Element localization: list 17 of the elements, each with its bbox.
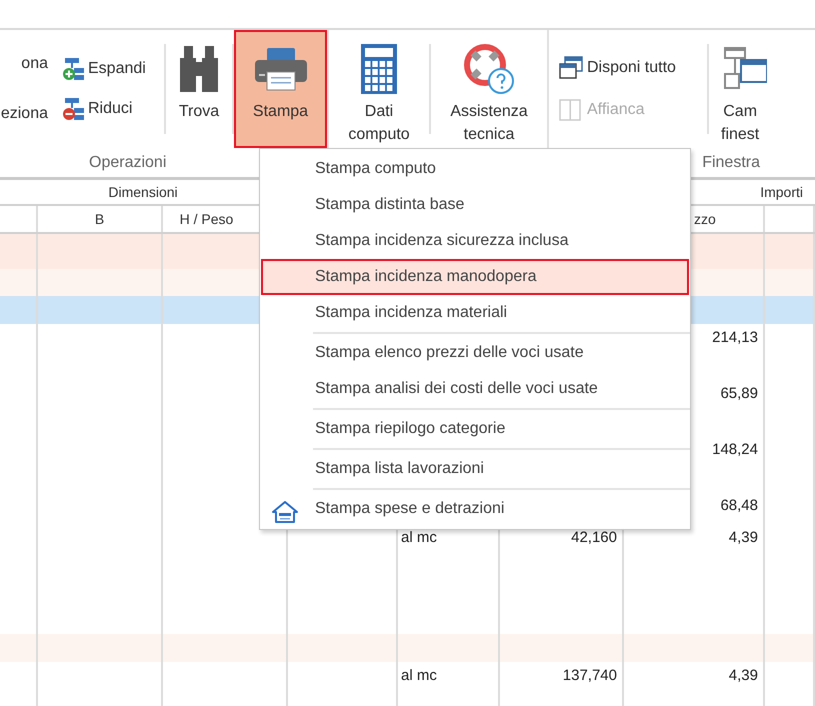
column-header: zzo [694,210,716,228]
column-group-header: Importi [760,184,803,200]
table-cell-text: 137,740 [562,666,617,686]
table-cell-text: 4,39 [728,528,758,548]
table-cell-text: al mc [401,528,437,548]
table-cell-text: 4,39 [728,666,758,686]
table-cell-text: 65,89 [720,384,758,404]
column-group-header: Dimensioni [108,184,178,200]
table-cell-text: al mc [401,666,437,686]
table-cell-text: 68,48 [720,496,758,516]
table-cell-text: 214,13 [712,328,758,348]
table-cell-text: 42,160 [571,528,617,548]
table-cell-text: 148,24 [712,440,758,460]
group-label: Operazioni [89,152,166,172]
column-header: B [94,210,104,228]
group-label: Finestra [702,152,760,172]
column-header: H / Peso [180,210,234,228]
